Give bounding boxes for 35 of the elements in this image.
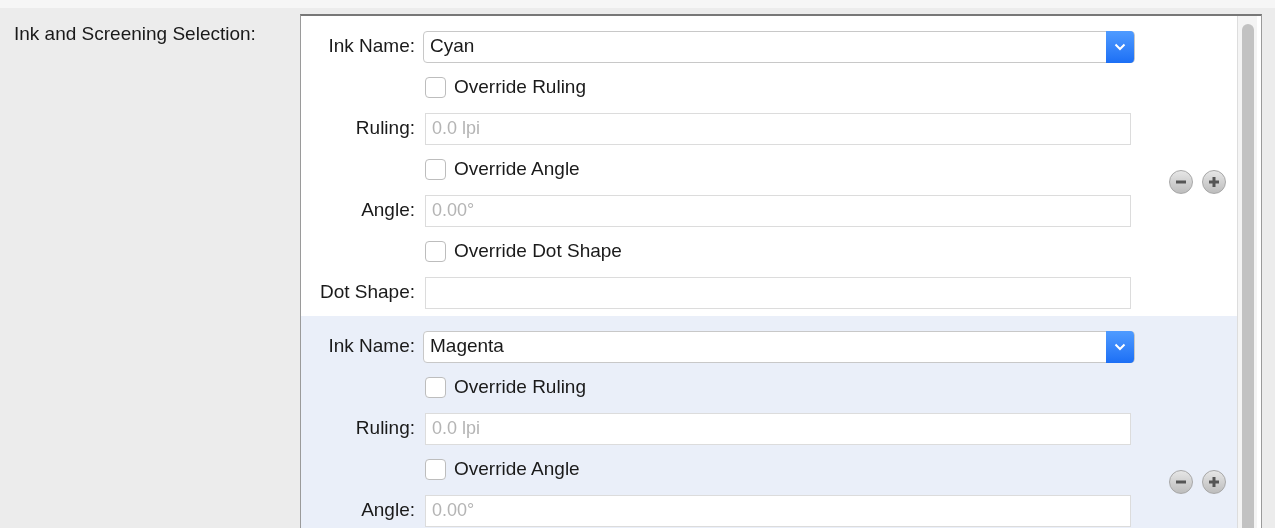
checkbox[interactable]: Override Ruling <box>425 73 586 102</box>
text-field[interactable]: 0.00° <box>425 194 1131 227</box>
remove-button[interactable] <box>1169 170 1193 194</box>
text-field[interactable]: 0.0 lpi <box>425 412 1131 445</box>
field-label: Ruling: <box>355 416 415 441</box>
text-field[interactable]: 0.00° <box>425 494 1131 527</box>
ink-entry[interactable]: Ink Name: Magenta Override Ruling Ruling: 0.0 lpi Override Angle Angle: 0.00° <box>301 316 1237 528</box>
checkbox[interactable]: Override Angle <box>425 155 580 184</box>
field-label: Angle: <box>361 498 415 523</box>
plus-icon <box>1208 476 1220 488</box>
ink-name-dropdown[interactable]: Magenta <box>423 330 1135 363</box>
ink-name-dropdown[interactable]: Cyan <box>423 30 1135 63</box>
field-label: Ink Name: <box>328 334 415 359</box>
chevron-down-icon <box>1114 42 1126 51</box>
chevron-down-icon <box>1114 342 1126 351</box>
text-field[interactable]: 0.0 lpi <box>425 112 1131 145</box>
field-label: Ink Name: <box>328 34 415 59</box>
checkbox-box[interactable] <box>425 241 446 262</box>
checkbox-box[interactable] <box>425 459 446 480</box>
field-label: Dot Shape: <box>319 280 415 305</box>
scrollbar-thumb[interactable] <box>1241 24 1254 528</box>
checkbox-box[interactable] <box>425 159 446 180</box>
text-field[interactable] <box>425 276 1131 309</box>
checkbox[interactable]: Override Angle <box>425 455 580 484</box>
section-label: Ink and Screening Selection: <box>14 23 256 44</box>
checkbox-box[interactable] <box>425 377 446 398</box>
field-label: Angle: <box>361 198 415 223</box>
add-button[interactable] <box>1202 470 1226 494</box>
checkbox-box[interactable] <box>425 77 446 98</box>
field-label: Ruling: <box>355 116 415 141</box>
add-button[interactable] <box>1202 170 1226 194</box>
remove-button[interactable] <box>1169 470 1193 494</box>
checkbox[interactable]: Override Ruling <box>425 373 586 402</box>
plus-icon <box>1208 176 1220 188</box>
checkbox[interactable]: Override Dot Shape <box>425 237 622 266</box>
